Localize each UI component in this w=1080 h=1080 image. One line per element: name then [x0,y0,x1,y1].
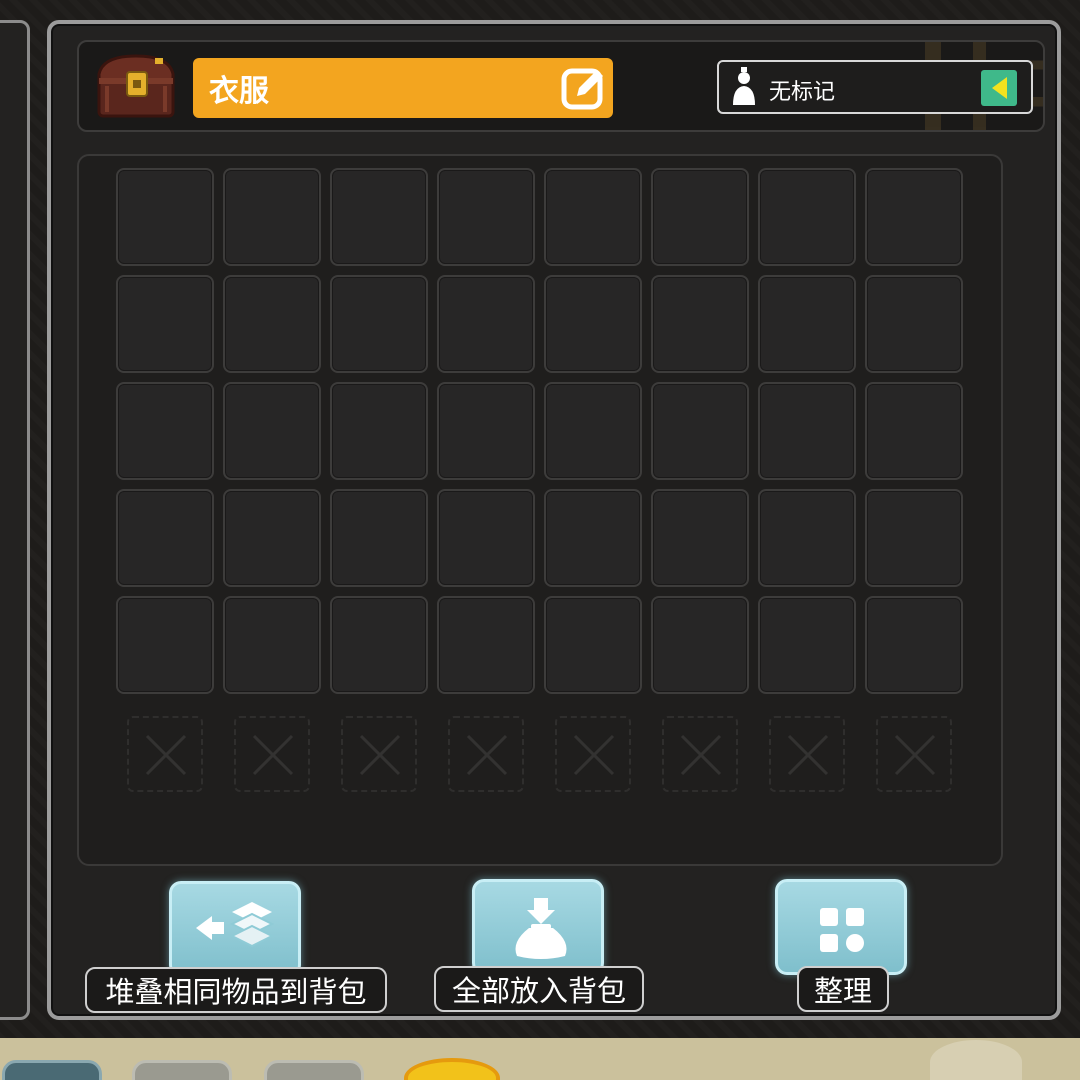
locked-x-icon [359,734,401,776]
inventory-slot[interactable] [437,168,535,266]
locked-x-icon [145,734,187,776]
inventory-slot[interactable] [116,596,214,694]
mark-cycle-button[interactable] [981,70,1017,106]
locked-slot [341,716,417,792]
locked-slot [662,716,738,792]
inventory-slot[interactable] [758,382,856,480]
inventory-slot[interactable] [330,596,428,694]
locked-x-icon [573,734,615,776]
side-panel [0,20,30,1020]
inventory-slot[interactable] [437,596,535,694]
locked-x-icon [252,734,294,776]
inventory-slot[interactable] [223,596,321,694]
inventory-slot[interactable] [758,489,856,587]
item-grid [77,154,1003,866]
inventory-slot[interactable] [865,596,963,694]
bottom-slot-2[interactable] [132,1060,232,1080]
mark-label: 无标记 [769,80,836,105]
inventory-slot[interactable] [758,275,856,373]
bottom-slot-pink[interactable] [930,1040,1022,1080]
inventory-slot[interactable] [223,382,321,480]
sort-button[interactable] [775,879,907,975]
inventory-slot[interactable] [651,596,749,694]
storage-panel: 衣服 无标记 堆叠相同物品到背包 全部放入背包 整理 [47,20,1061,1020]
locked-x-icon [680,734,722,776]
inventory-slot[interactable] [116,275,214,373]
storage-name: 衣服 [209,74,269,109]
locked-slot [127,716,203,792]
mark-selector[interactable]: 无标记 [717,60,1033,114]
stack-to-bag-button[interactable] [169,881,301,977]
inventory-slot[interactable] [865,382,963,480]
inventory-slot[interactable] [116,382,214,480]
inventory-slot[interactable] [758,168,856,266]
locked-slot [769,716,845,792]
locked-x-icon [894,734,936,776]
inventory-slot[interactable] [223,275,321,373]
inventory-slot[interactable] [651,168,749,266]
stack-to-bag-icon [196,902,275,948]
locked-x-icon [787,734,829,776]
inventory-slot[interactable] [651,489,749,587]
inventory-slot[interactable] [330,168,428,266]
inventory-slot[interactable] [651,382,749,480]
inventory-slot[interactable] [116,489,214,587]
inventory-slot[interactable] [544,168,642,266]
sort-label[interactable]: 整理 [797,966,889,1012]
bottom-slot-3[interactable] [264,1060,364,1080]
sort-grid-icon [820,908,864,952]
locked-slot [555,716,631,792]
inventory-slot[interactable] [437,275,535,373]
inventory-slot[interactable] [865,489,963,587]
inventory-slot[interactable] [223,489,321,587]
person-icon [729,67,759,107]
inventory-slot[interactable] [437,382,535,480]
bottom-slot-1[interactable] [2,1060,102,1080]
storage-header: 衣服 无标记 [77,40,1045,132]
inventory-slot[interactable] [865,275,963,373]
inventory-slot[interactable] [544,382,642,480]
inventory-slot[interactable] [437,489,535,587]
inventory-slot[interactable] [651,275,749,373]
inventory-slot[interactable] [544,596,642,694]
deposit-all-label[interactable]: 全部放入背包 [434,966,644,1012]
deposit-all-button[interactable] [472,879,604,975]
locked-slot [448,716,524,792]
inventory-slot[interactable] [223,168,321,266]
inventory-slot[interactable] [758,596,856,694]
chest-icon [93,52,179,122]
edit-icon[interactable] [561,66,607,110]
locked-slot [876,716,952,792]
storage-name-field[interactable]: 衣服 [193,58,613,118]
locked-slot [234,716,310,792]
inventory-slot[interactable] [330,382,428,480]
inventory-slot[interactable] [865,168,963,266]
stack-to-bag-label[interactable]: 堆叠相同物品到背包 [85,967,387,1013]
inventory-slot[interactable] [544,275,642,373]
deposit-all-icon [515,898,567,959]
inventory-slot[interactable] [330,489,428,587]
inventory-slot[interactable] [116,168,214,266]
locked-x-icon [466,734,508,776]
inventory-slot[interactable] [330,275,428,373]
inventory-slot[interactable] [544,489,642,587]
